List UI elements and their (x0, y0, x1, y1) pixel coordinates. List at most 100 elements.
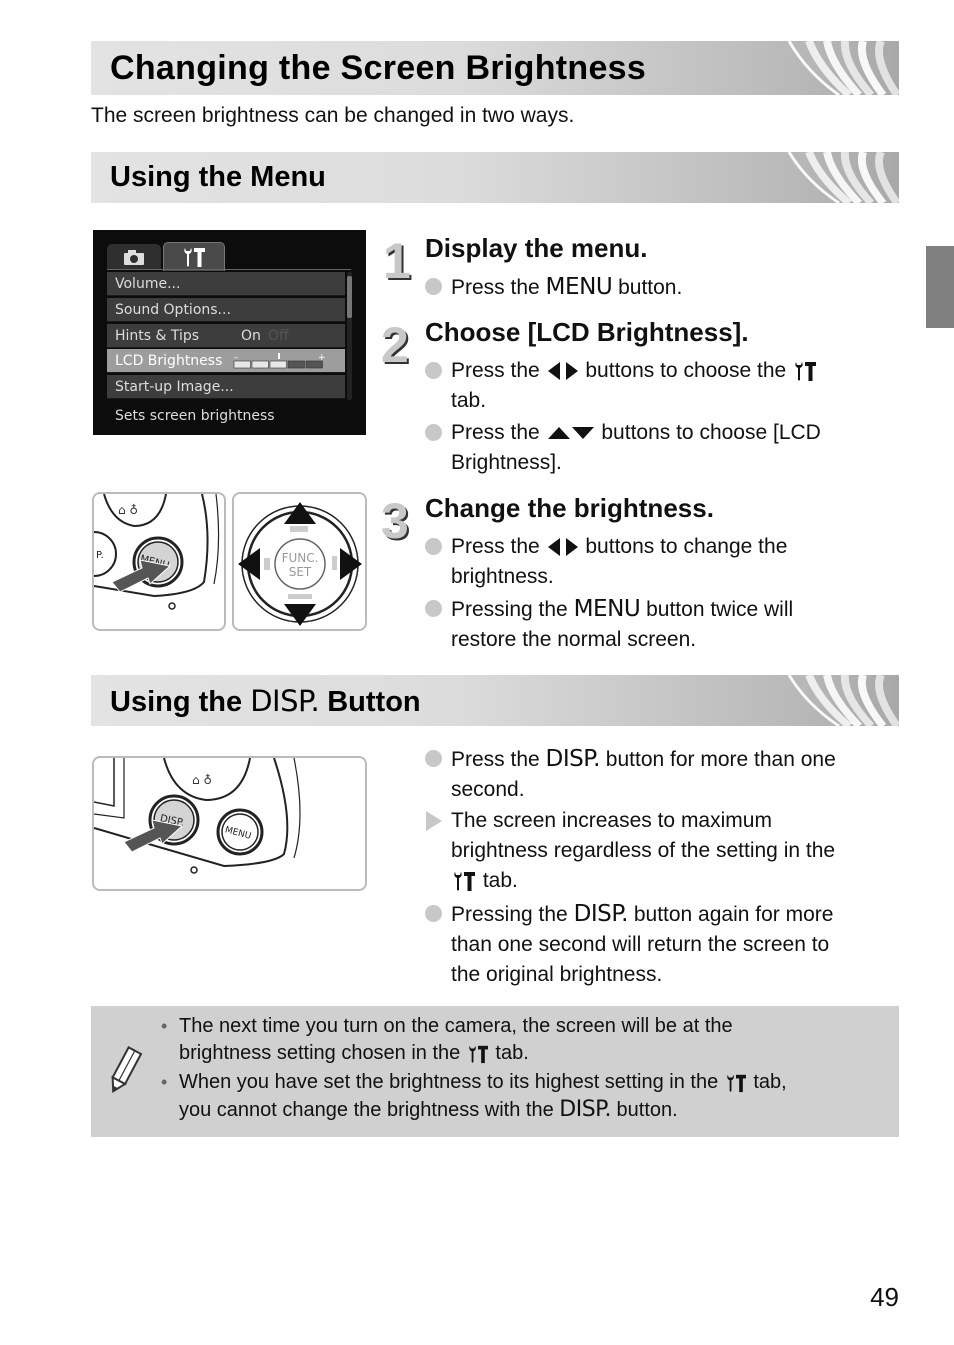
text-part: buttons to change the (579, 535, 788, 558)
text-part: Brightness]. (451, 451, 562, 474)
wrench-hammer-icon (792, 360, 818, 382)
text-part: brightness regardless of the setting in … (451, 839, 836, 862)
lcd-item-label: LCD Brightness (115, 353, 223, 369)
chapter-side-tab (926, 246, 954, 328)
brightness-segment (305, 360, 323, 369)
note-item-1: • The next time you turn on the camera, … (161, 1013, 881, 1067)
text-part: Press the (451, 748, 546, 771)
text-part: restore the normal screen. (451, 628, 697, 651)
text-part: brightness setting chosen in the (179, 1042, 466, 1064)
pencil-icon (111, 1046, 143, 1094)
text-part: the original brightness. (451, 963, 663, 986)
wrench-hammer-icon (451, 870, 477, 892)
text-part: Press the (451, 421, 546, 444)
text-part: button again for more (628, 903, 834, 926)
section-heading-menu-text: Using the Menu (110, 161, 326, 193)
intro-text: The screen brightness can be changed in … (91, 104, 575, 127)
up-down-arrows-icon (547, 427, 594, 440)
text-part: tab, (747, 1071, 787, 1093)
bullet-point-icon: • (161, 1016, 168, 1036)
text-part: brightness. (451, 565, 554, 588)
lcd-help-text: Sets screen brightness (115, 408, 275, 424)
wrench-hammer-icon (466, 1044, 490, 1064)
page-title: Changing the Screen Brightness (110, 49, 647, 87)
bullet-dot-icon (425, 424, 442, 441)
step-2-bullet-2: Press the buttons to choose [LCD Brightne… (425, 418, 895, 478)
lcd-tab-divider (107, 269, 351, 270)
text-part: When you have set the brightness to its … (179, 1071, 724, 1093)
lcd-menu-item: Start-up Image... (107, 375, 345, 399)
bullet-dot-icon (425, 750, 442, 767)
text-part: second. (451, 778, 525, 801)
text-part: The screen increases to maximum (451, 809, 772, 832)
func-label: FUNC. (282, 551, 319, 565)
step-1-title: Display the menu. (425, 233, 648, 263)
brightness-segment (251, 360, 269, 369)
bullet-dot-icon (425, 362, 442, 379)
text-part: button twice will (640, 598, 794, 621)
wrench-hammer-icon (724, 1073, 748, 1093)
step-number-3: 3 (381, 493, 409, 549)
bullet-dot-icon (425, 278, 442, 295)
svg-text:⌂ ♁: ⌂ ♁ (192, 773, 212, 787)
step-number-1: 1 (383, 233, 411, 289)
disp-bullet-2: Pressing the DISP. button again for more… (425, 899, 895, 990)
section-heading-menu: Using the Menu (91, 152, 899, 203)
page-title-bar: Changing the Screen Brightness (91, 41, 899, 95)
heading-suffix: Button (327, 686, 421, 718)
lcd-menu-item: Sound Options... (107, 298, 345, 322)
text-part: button for more than one (599, 748, 836, 771)
disp-result-1: The screen increases to maximum brightnes… (425, 806, 895, 896)
note-item-2: • When you have set the brightness to it… (161, 1069, 881, 1124)
partial-button-label: P. (96, 550, 104, 561)
note-box: • The next time you turn on the camera, … (91, 1006, 899, 1137)
camera-icon (124, 250, 144, 265)
disp-button-glyph: DISP. (250, 684, 320, 718)
disp-button-glyph: DISP. (545, 746, 601, 772)
left-right-arrows-icon (547, 538, 578, 557)
brightness-segment (287, 360, 305, 369)
lcd-item-label: Volume... (115, 276, 181, 292)
decorative-swirl-icon (779, 41, 899, 95)
brightness-segment (269, 360, 287, 369)
lcd-tab-camera (107, 244, 161, 270)
lcd-item-value-on: On (241, 328, 261, 344)
left-right-arrows-icon (547, 362, 578, 381)
lcd-scrollbar (347, 272, 352, 400)
text-part: Pressing the (451, 598, 574, 621)
lcd-scrollbar-thumb (347, 276, 352, 318)
text-part: Press the (451, 276, 546, 299)
menu-button-glyph: MENU (545, 274, 613, 300)
lcd-item-label: Sound Options... (115, 302, 231, 318)
menu-button-glyph: MENU (573, 596, 641, 622)
bullet-dot-icon (425, 600, 442, 617)
scale-center-tick (278, 353, 280, 359)
section-heading-disp: Using the DISP. Button (91, 675, 899, 726)
text-part: tab. (477, 869, 518, 892)
bullet-dot-icon (425, 905, 442, 922)
heading-prefix: Using the (110, 686, 243, 718)
step-3-bullet-1: Press the buttons to change the brightnes… (425, 532, 895, 592)
decorative-swirl-icon (779, 152, 899, 203)
text-part: Pressing the (451, 903, 574, 926)
step-3-bullet-2: Pressing the MENU button twice will resto… (425, 594, 895, 655)
bullet-dot-icon (425, 538, 442, 555)
section-heading-disp-text: Using the DISP. Button (110, 684, 421, 719)
menu-button-illustration: ⌂ ♁ P. MENU (92, 492, 226, 631)
control-dial-illustration: FUNC. SET (232, 492, 367, 631)
control-dial: FUNC. SET (238, 502, 362, 626)
step-1-bullet: Press the MENU button. (425, 272, 895, 303)
lcd-item-value-off: Off (268, 328, 289, 344)
step-2-bullet-1: Press the buttons to choose the tab. (425, 356, 895, 416)
bullet-point-icon: • (161, 1072, 168, 1092)
lcd-menu-item: Volume... (107, 272, 345, 296)
text-part: tab. (451, 389, 487, 412)
step-3-title: Change the brightness. (425, 493, 714, 523)
brightness-scale: – + (233, 353, 326, 369)
result-arrow-icon (426, 811, 442, 831)
text-part: The next time you turn on the camera, th… (179, 1015, 733, 1037)
step-number-2: 2 (381, 317, 409, 373)
text-part: Press the (451, 359, 546, 382)
lcd-tab-settings (163, 242, 225, 271)
text-part: button. (612, 276, 683, 299)
